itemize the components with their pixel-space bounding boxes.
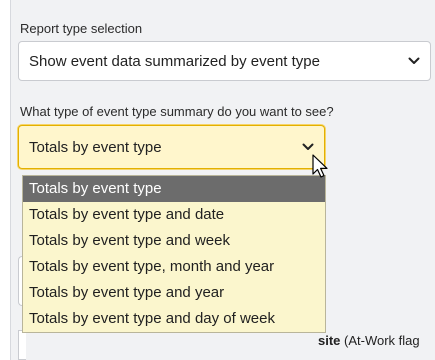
report-type-label: Report type selection [20,21,143,36]
chevron-down-icon [302,143,314,150]
summary-type-select[interactable]: Totals by event type [18,125,325,169]
summary-type-label: What type of event type summary do you w… [20,104,334,119]
dropdown-option[interactable]: Totals by event type [23,176,325,202]
dropdown-option[interactable]: Totals by event type and year [23,280,325,306]
summary-type-selected-value: Totals by event type [29,138,162,156]
obscured-checkbox-area [18,330,26,360]
dropdown-option[interactable]: Totals by event type and date [23,202,325,228]
summary-type-dropdown-list[interactable]: Totals by event type Totals by event typ… [22,175,326,333]
report-type-select[interactable]: Show event data summarized by event type [18,41,431,81]
dropdown-option[interactable]: Totals by event type and day of week [23,306,325,332]
report-type-selected-value: Show event data summarized by event type [29,52,320,70]
mouse-pointer-icon [312,154,328,178]
obscured-field-label: site (At-Work flag [318,333,420,348]
chevron-down-icon [408,57,420,64]
dropdown-option[interactable]: Totals by event type, month and year [23,254,325,280]
dropdown-option[interactable]: Totals by event type and week [23,228,325,254]
